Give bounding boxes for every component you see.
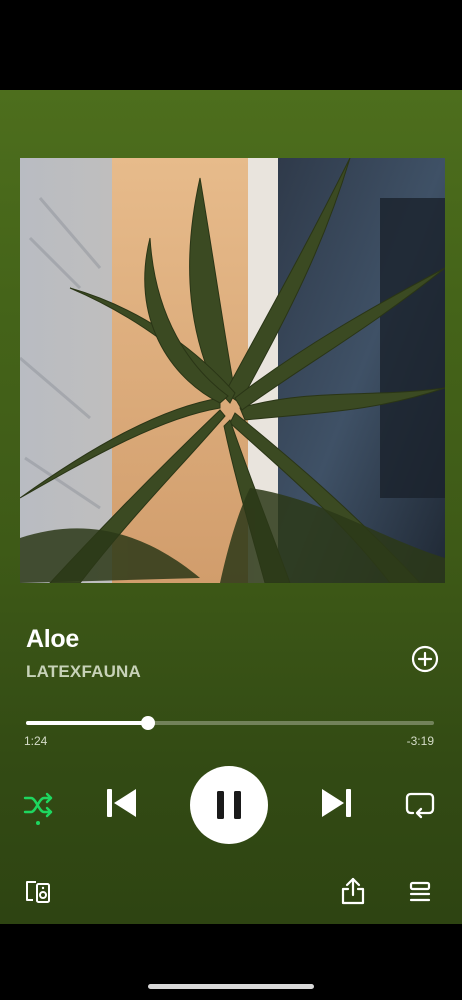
skip-previous-icon xyxy=(107,789,136,817)
shuffle-button[interactable] xyxy=(22,790,56,826)
repeat-button[interactable] xyxy=(404,790,436,820)
connect-devices-button[interactable] xyxy=(24,878,52,906)
progress-slider[interactable] xyxy=(26,714,434,732)
pause-icon xyxy=(217,791,241,819)
system-navigation-area xyxy=(0,924,462,1000)
queue-button[interactable] xyxy=(408,880,432,904)
plus-circle-icon xyxy=(411,645,439,673)
player-view: Aloe LATEXFAUNA 1:24 -3:19 xyxy=(0,90,462,924)
status-bar xyxy=(0,0,462,90)
shuffle-icon xyxy=(23,792,53,825)
pause-button[interactable] xyxy=(190,766,268,844)
share-button[interactable] xyxy=(340,876,366,906)
progress-thumb[interactable] xyxy=(141,716,156,730)
elapsed-time: 1:24 xyxy=(24,734,48,748)
remaining-time: -3:19 xyxy=(406,734,434,748)
share-icon xyxy=(341,877,365,905)
album-artwork xyxy=(20,158,445,583)
track-title: Aloe xyxy=(26,625,79,653)
previous-track-button[interactable] xyxy=(104,785,140,821)
next-track-button[interactable] xyxy=(318,785,354,821)
skip-next-icon xyxy=(322,789,351,817)
queue-icon xyxy=(409,881,431,902)
add-to-library-button[interactable] xyxy=(410,644,440,674)
now-playing-screen: Aloe LATEXFAUNA 1:24 -3:19 xyxy=(0,0,462,1000)
artist-name[interactable]: LATEXFAUNA xyxy=(26,662,141,682)
progress-fill xyxy=(26,721,149,725)
repeat-icon xyxy=(405,792,435,819)
connect-device-icon xyxy=(26,881,50,903)
home-indicator[interactable] xyxy=(148,984,314,989)
